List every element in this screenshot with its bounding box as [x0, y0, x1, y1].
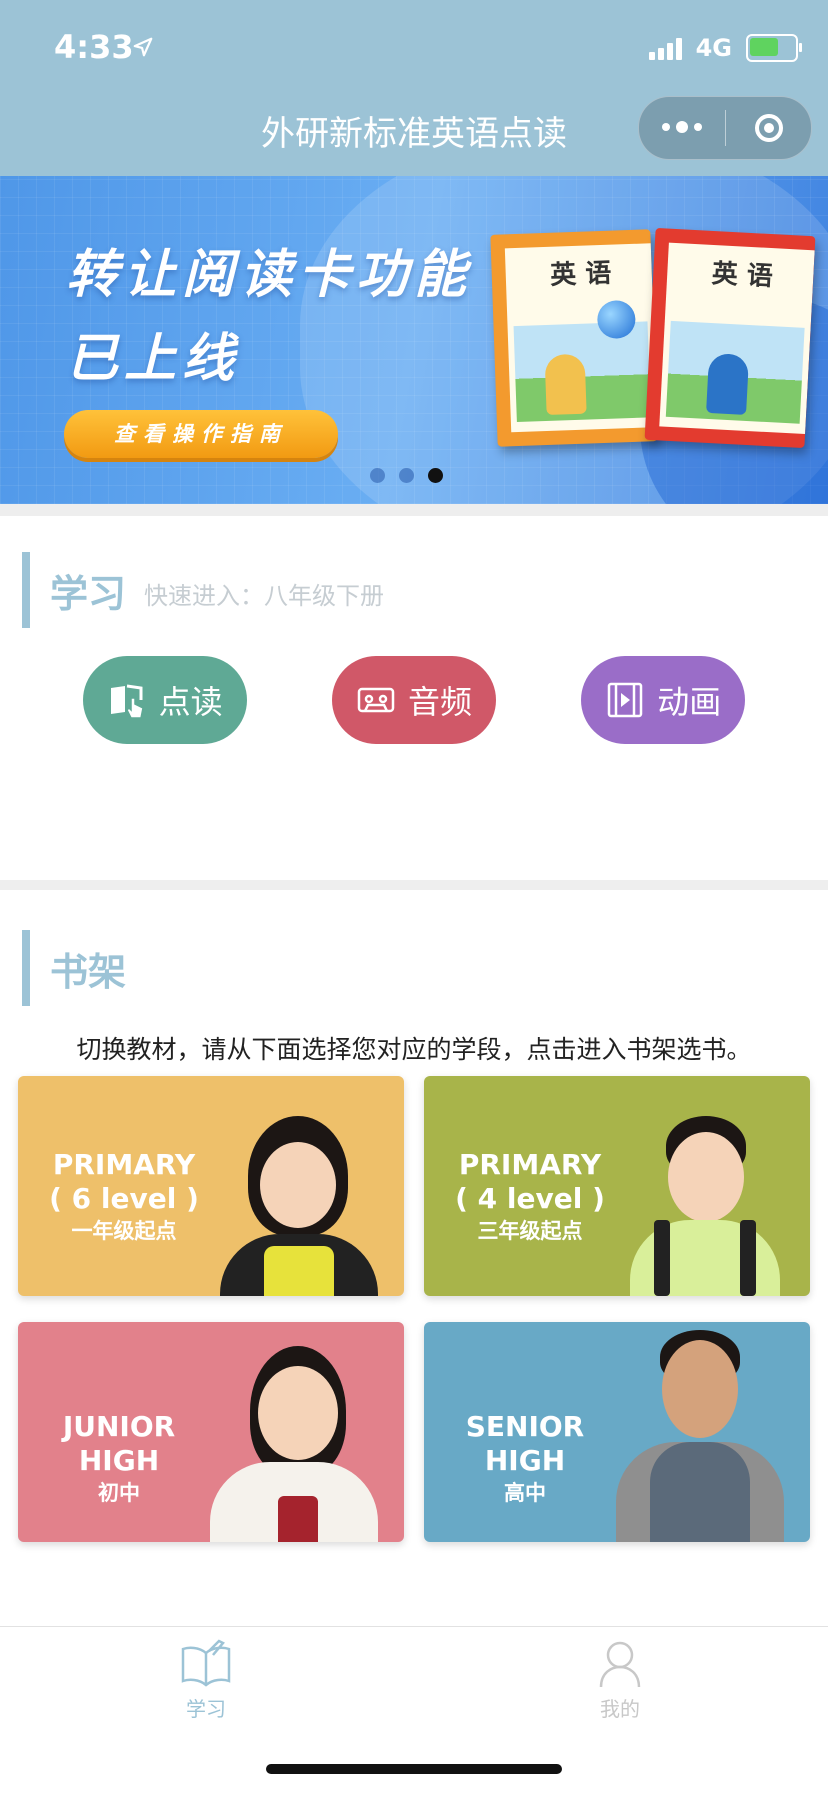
tile-line-2: HIGH — [78, 1444, 160, 1477]
shelf-hint: 切换教材，请从下面选择您对应的学段，点击进入书架选书。 — [76, 1035, 752, 1064]
status-time: 4:33 — [54, 28, 134, 66]
target-icon[interactable] — [726, 114, 811, 142]
section-accent-bar — [22, 930, 30, 1006]
animation-button[interactable]: 动画 — [581, 656, 746, 744]
tile-line-1: PRIMARY — [52, 1148, 196, 1181]
quick-entry-link[interactable]: 快速进入：八年级下册 — [144, 576, 384, 611]
battery-level — [750, 38, 778, 56]
tab-study[interactable]: 学习 — [146, 1639, 266, 1722]
battery-icon — [746, 34, 802, 62]
student-photo — [204, 1346, 384, 1542]
network-label: 4G — [695, 34, 732, 62]
textbook-cover-image: 英 语 — [490, 229, 658, 447]
shelf-header: 书架 — [22, 930, 126, 1006]
home-indicator — [266, 1764, 562, 1774]
student-photo — [620, 1116, 790, 1296]
mini-program-capsule — [638, 96, 812, 160]
tile-label: PRIMARY ( 6 level ) 一年级起点 — [44, 1148, 204, 1246]
read-label: 点读 — [158, 683, 223, 721]
tile-label: SENIOR HIGH 高中 — [450, 1410, 600, 1508]
student-photo — [214, 1116, 384, 1296]
banner-headline-2: 已上线 — [66, 329, 241, 389]
tile-primary-6-level[interactable]: PRIMARY ( 6 level ) 一年级起点 — [18, 1076, 404, 1296]
tile-line-1: SENIOR — [465, 1410, 585, 1443]
location-arrow-icon — [133, 37, 153, 57]
shelf-title: 书架 — [50, 949, 127, 994]
open-book-icon — [181, 1639, 231, 1687]
tab-study-label: 学习 — [186, 1697, 226, 1721]
textbook-cover-image: 英 语 — [644, 227, 816, 449]
signal-icon — [648, 36, 682, 60]
adult-photo — [610, 1330, 790, 1542]
tile-senior-high[interactable]: SENIOR HIGH 高中 — [424, 1322, 810, 1542]
nav-bar: 外研新标准英语点读 — [0, 96, 828, 176]
book-touch-icon — [110, 684, 144, 719]
animation-label: 动画 — [657, 683, 722, 721]
cassette-icon — [357, 687, 395, 713]
banner-headline: 转让阅读卡功能 — [66, 245, 473, 305]
book-title: 英 语 — [549, 258, 612, 291]
study-title: 学习 — [50, 571, 127, 616]
more-dots-icon[interactable] — [639, 121, 725, 133]
audio-button[interactable]: 音频 — [331, 656, 496, 744]
tile-line-2: ( 4 level ) — [455, 1182, 605, 1215]
study-header: 学习 快速进入：八年级下册 — [22, 552, 384, 628]
status-indicators: 4G — [648, 34, 802, 62]
tile-line-3: 三年级起点 — [477, 1219, 583, 1243]
tile-line-2: HIGH — [484, 1444, 566, 1477]
carousel-dot[interactable] — [370, 468, 385, 483]
tab-mine[interactable]: 我的 — [560, 1639, 680, 1722]
tile-line-3: 高中 — [504, 1481, 546, 1505]
study-mode-buttons: 点读 音频 动画 — [0, 656, 828, 744]
view-guide-button[interactable]: 查看操作指南 — [64, 410, 338, 458]
section-accent-bar — [22, 552, 30, 628]
tile-line-1: JUNIOR — [62, 1410, 176, 1443]
carousel-dot[interactable] — [428, 468, 443, 483]
tile-line-2: ( 6 level ) — [49, 1182, 199, 1215]
tile-line-1: PRIMARY — [458, 1148, 602, 1181]
tile-line-3: 一年级起点 — [71, 1219, 177, 1243]
tile-label: PRIMARY ( 4 level ) 三年级起点 — [450, 1148, 610, 1246]
read-button[interactable]: 点读 — [82, 656, 247, 744]
person-icon — [599, 1641, 641, 1688]
study-section: 学习 快速进入：八年级下册 点读 音频 动画 — [0, 516, 828, 880]
carousel-dot[interactable] — [399, 468, 414, 483]
carousel-indicator[interactable] — [370, 468, 443, 483]
book-title: 英 语 — [711, 258, 774, 293]
tile-primary-4-level[interactable]: PRIMARY ( 4 level ) 三年级起点 — [424, 1076, 810, 1296]
bookshelf-section: 书架 切换教材，请从下面选择您对应的学段，点击进入书架选书。 PRIMARY (… — [0, 890, 828, 1626]
tile-label: JUNIOR HIGH 初中 — [44, 1410, 194, 1508]
tile-junior-high[interactable]: JUNIOR HIGH 初中 — [18, 1322, 404, 1542]
status-bar: 4:33 4G — [0, 0, 828, 100]
promo-banner[interactable]: 转让阅读卡功能 已上线 查看操作指南 英 语 英 语 — [0, 176, 828, 504]
tab-mine-label: 我的 — [600, 1697, 640, 1721]
film-icon — [608, 682, 643, 718]
tile-line-3: 初中 — [98, 1481, 140, 1505]
audio-label: 音频 — [407, 683, 472, 721]
